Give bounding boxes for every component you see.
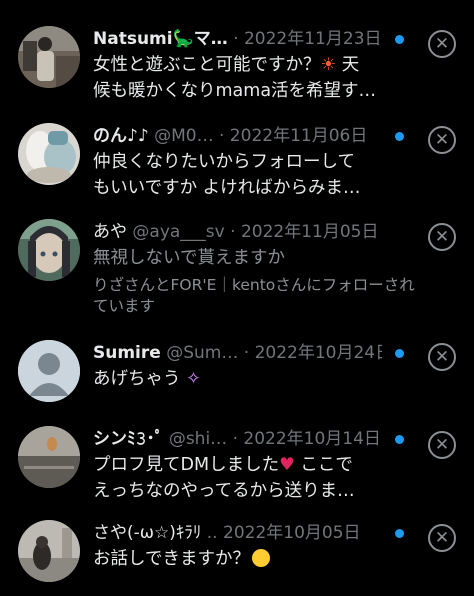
sender-name: シンﾐ𝟹･ﾟ xyxy=(93,429,164,449)
message-date: · 2022年10月24日 xyxy=(243,343,382,363)
unread-indicator xyxy=(395,349,404,358)
message-preview-line2: えっちなのやってるから送りま… xyxy=(93,481,355,501)
smile-icon xyxy=(251,549,270,567)
close-icon[interactable]: ✕ xyxy=(428,126,456,154)
message-preview: プロフ見てDMしました♥ ここで xyxy=(93,455,353,475)
sender-handle: @shi… xyxy=(168,429,228,449)
avatar-photo xyxy=(18,26,80,88)
close-icon[interactable]: ✕ xyxy=(428,223,456,251)
message-date: · 2022年10月14日 xyxy=(232,429,381,449)
message-preview: 無視しないで貰えますか xyxy=(93,248,285,268)
conversation-header: シンﾐ𝟹･ﾟ @shi… · 2022年10月14日 xyxy=(93,426,382,452)
default-avatar-icon xyxy=(18,340,80,402)
conversation-header: Sumire @Sum… · 2022年10月24日 xyxy=(93,340,382,366)
sender-name: Natsumi🦕マ… xyxy=(93,29,228,49)
sparkle-heart-icon: ✧ xyxy=(186,369,201,389)
avatar-photo xyxy=(18,123,80,185)
sender-name: あや xyxy=(93,222,127,242)
sender-handle: @Sum… xyxy=(166,343,239,363)
unread-indicator xyxy=(395,435,404,444)
unread-indicator xyxy=(395,132,404,141)
message-preview: お話しできますか？ xyxy=(93,546,394,572)
avatar[interactable] xyxy=(18,123,80,185)
follow-context: りざさんとFOR'E｜kentoさんにフォローされています xyxy=(93,276,415,315)
avatar-photo xyxy=(18,219,80,281)
sender-handle: .. xyxy=(206,523,218,543)
sender-name: のん♪♪ xyxy=(93,126,149,146)
message-preview: 女性と遊ぶこと可能ですか？☀ 天 xyxy=(93,55,360,75)
conversation-header: さや(-ω☆)ｷﾗﾘ .. 2022年10月05日 xyxy=(93,520,382,546)
conversation-header: Natsumi🦕マ… · 2022年11月23日 xyxy=(93,26,382,52)
avatar-photo xyxy=(18,426,80,488)
message-preview-line2: もいいですか よければからみま… xyxy=(93,178,361,198)
sender-handle: @aya___sv xyxy=(132,222,225,242)
close-icon[interactable]: ✕ xyxy=(428,431,456,459)
conversation-header: あや @aya___sv · 2022年11月05日 xyxy=(93,219,382,245)
avatar[interactable] xyxy=(18,340,80,402)
heart-icon: ♥ xyxy=(279,455,295,475)
sender-name: さや(-ω☆)ｷﾗﾘ xyxy=(93,523,202,543)
close-icon[interactable]: ✕ xyxy=(428,524,456,552)
sun-icon: ☀ xyxy=(320,55,337,75)
avatar[interactable] xyxy=(18,426,80,488)
message-date: · 2022年11月05日 xyxy=(230,222,379,242)
avatar[interactable] xyxy=(18,520,80,582)
sender-name: Sumire xyxy=(93,343,161,363)
message-preview: 仲良くなりたいからフォローして xyxy=(93,152,355,172)
message-date: 2022年10月05日 xyxy=(223,523,361,543)
close-icon[interactable]: ✕ xyxy=(428,30,456,58)
avatar-photo xyxy=(18,520,80,582)
avatar[interactable] xyxy=(18,26,80,88)
sender-handle: @M0… xyxy=(154,126,214,146)
conversation-header: のん♪♪ @M0… · 2022年11月06日 xyxy=(93,123,382,149)
avatar[interactable] xyxy=(18,219,80,281)
message-preview: あげちゃう ✧ xyxy=(93,369,201,389)
close-icon[interactable]: ✕ xyxy=(428,343,456,371)
message-preview-line2: 候も暖かくなりmama活を希望す… xyxy=(93,81,377,101)
unread-indicator xyxy=(395,35,404,44)
message-date: · 2022年11月06日 xyxy=(219,126,368,146)
unread-indicator xyxy=(395,529,404,538)
message-date: · 2022年11月23日 xyxy=(233,29,382,49)
